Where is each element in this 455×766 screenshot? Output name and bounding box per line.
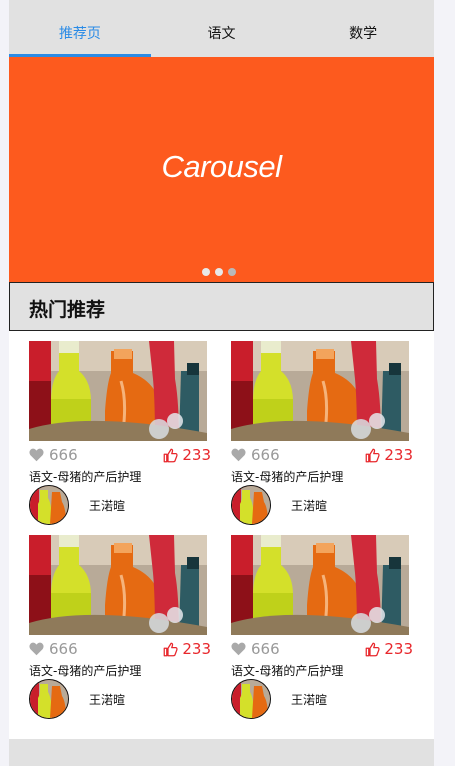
heart-icon <box>231 642 246 656</box>
heart-icon <box>29 448 44 462</box>
likes-text: 233 <box>182 446 211 464</box>
card-stats: 666 233 <box>29 640 211 660</box>
like-count[interactable]: 233 <box>163 640 211 658</box>
avatar[interactable] <box>231 679 271 719</box>
tab-bar: 推荐页 语文 数学 <box>9 0 434 57</box>
carousel-dot[interactable] <box>228 268 236 276</box>
course-card[interactable]: 666 233 语文-母猪的产后护理 王渃暄 <box>29 535 211 721</box>
avatar[interactable] <box>29 485 69 525</box>
thumbs-up-icon <box>163 448 178 462</box>
app-screen: 推荐页 语文 数学 Carousel 热门推荐 666 233 语文-母猪的产后… <box>9 0 434 766</box>
course-card[interactable]: 666 233 语文-母猪的产后护理 王渃暄 <box>231 341 413 527</box>
thumbs-up-icon <box>365 448 380 462</box>
course-thumbnail[interactable] <box>29 341 207 441</box>
views-text: 666 <box>49 446 78 464</box>
like-count[interactable]: 233 <box>365 640 413 658</box>
card-title[interactable]: 语文-母猪的产后护理 <box>29 468 141 485</box>
card-stats: 666 233 <box>231 446 413 466</box>
tab-math[interactable]: 数学 <box>292 0 434 57</box>
view-count: 666 <box>29 640 78 658</box>
author-name: 王渃暄 <box>89 499 126 513</box>
section-title: 热门推荐 <box>29 299 106 321</box>
bottles-image <box>231 535 409 635</box>
view-count: 666 <box>231 446 280 464</box>
views-text: 666 <box>49 640 78 658</box>
card-title[interactable]: 语文-母猪的产后护理 <box>231 662 343 679</box>
avatar[interactable] <box>29 679 69 719</box>
like-count[interactable]: 233 <box>365 446 413 464</box>
author-name: 王渃暄 <box>291 693 328 707</box>
views-text: 666 <box>251 640 280 658</box>
carousel[interactable]: Carousel <box>9 57 434 282</box>
card-stats: 666 233 <box>29 446 211 466</box>
tab-chinese[interactable]: 语文 <box>151 0 293 57</box>
bottles-image <box>29 341 207 441</box>
course-thumbnail[interactable] <box>231 341 409 441</box>
thumbs-up-icon <box>365 642 380 656</box>
tab-recommended[interactable]: 推荐页 <box>9 0 151 57</box>
view-count: 666 <box>29 446 78 464</box>
bottom-bar <box>9 739 434 766</box>
carousel-dot[interactable] <box>202 268 210 276</box>
section-header: 热门推荐 <box>9 282 434 331</box>
author-name: 王渃暄 <box>291 499 328 513</box>
carousel-dot[interactable] <box>215 268 223 276</box>
card-title[interactable]: 语文-母猪的产后护理 <box>29 662 141 679</box>
carousel-label: Carousel <box>161 149 282 184</box>
course-card[interactable]: 666 233 语文-母猪的产后护理 王渃暄 <box>29 341 211 527</box>
avatar-image <box>232 486 270 524</box>
bottles-image <box>231 341 409 441</box>
author-name: 王渃暄 <box>89 693 126 707</box>
card-title[interactable]: 语文-母猪的产后护理 <box>231 468 343 485</box>
bottles-image <box>29 535 207 635</box>
thumbs-up-icon <box>163 642 178 656</box>
course-thumbnail[interactable] <box>231 535 409 635</box>
likes-text: 233 <box>182 640 211 658</box>
likes-text: 233 <box>384 446 413 464</box>
views-text: 666 <box>251 446 280 464</box>
heart-icon <box>231 448 246 462</box>
course-card[interactable]: 666 233 语文-母猪的产后护理 王渃暄 <box>231 535 413 721</box>
heart-icon <box>29 642 44 656</box>
view-count: 666 <box>231 640 280 658</box>
likes-text: 233 <box>384 640 413 658</box>
course-thumbnail[interactable] <box>29 535 207 635</box>
carousel-dots <box>202 268 236 276</box>
avatar-image <box>232 680 270 718</box>
card-stats: 666 233 <box>231 640 413 660</box>
avatar-image <box>30 486 68 524</box>
avatar[interactable] <box>231 485 271 525</box>
like-count[interactable]: 233 <box>163 446 211 464</box>
avatar-image <box>30 680 68 718</box>
